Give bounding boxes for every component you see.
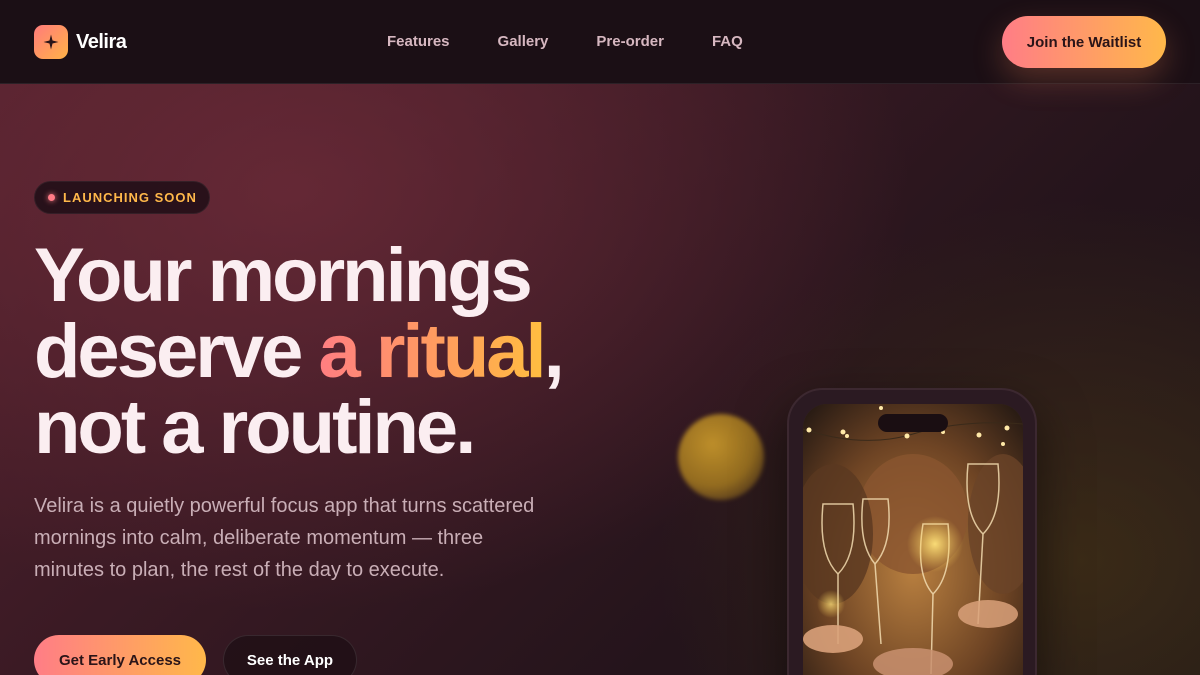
headline-accent: a ritual bbox=[318, 309, 546, 394]
badge-label: LAUNCHING SOON bbox=[63, 190, 197, 205]
nav-link-preorder[interactable]: Pre-order bbox=[596, 33, 664, 50]
hero-description: Velira is a quietly powerful focus app t… bbox=[34, 495, 535, 581]
headline-line-3: not a routine. bbox=[34, 385, 476, 470]
get-early-access-button[interactable]: Get Early Access bbox=[34, 635, 206, 675]
decorative-glow-orb bbox=[678, 414, 764, 500]
headline-line-2-end: , bbox=[543, 309, 565, 394]
nav-link-faq[interactable]: FAQ bbox=[712, 33, 743, 50]
sparkle-icon bbox=[34, 25, 68, 59]
launching-soon-badge: LAUNCHING SOON bbox=[34, 181, 210, 214]
headline-line-2: deserve a ritual, bbox=[34, 314, 654, 390]
headline-line-1: Your mornings bbox=[34, 233, 533, 318]
hero-headline: Your mornings deserve a ritual, not a ro… bbox=[34, 238, 654, 466]
status-dot-icon bbox=[48, 194, 55, 201]
brand-logo[interactable]: Velira bbox=[34, 25, 127, 59]
top-navigation: Velira Features Gallery Pre-order FAQ Jo… bbox=[0, 0, 1200, 84]
nav-links: Features Gallery Pre-order FAQ bbox=[387, 33, 743, 50]
see-the-app-button[interactable]: See the App bbox=[223, 635, 357, 675]
phone-screen-photo bbox=[803, 404, 1023, 675]
nav-link-features[interactable]: Features bbox=[387, 33, 450, 50]
headline-line-2-start: deserve bbox=[34, 309, 319, 394]
join-waitlist-button[interactable]: Join the Waitlist bbox=[1002, 16, 1166, 68]
brand-name: Velira bbox=[76, 30, 127, 53]
phone-notch bbox=[878, 414, 948, 432]
phone-mockup bbox=[787, 388, 1037, 675]
celebration-photo-illustration bbox=[803, 404, 1023, 675]
nav-link-gallery[interactable]: Gallery bbox=[498, 33, 549, 50]
